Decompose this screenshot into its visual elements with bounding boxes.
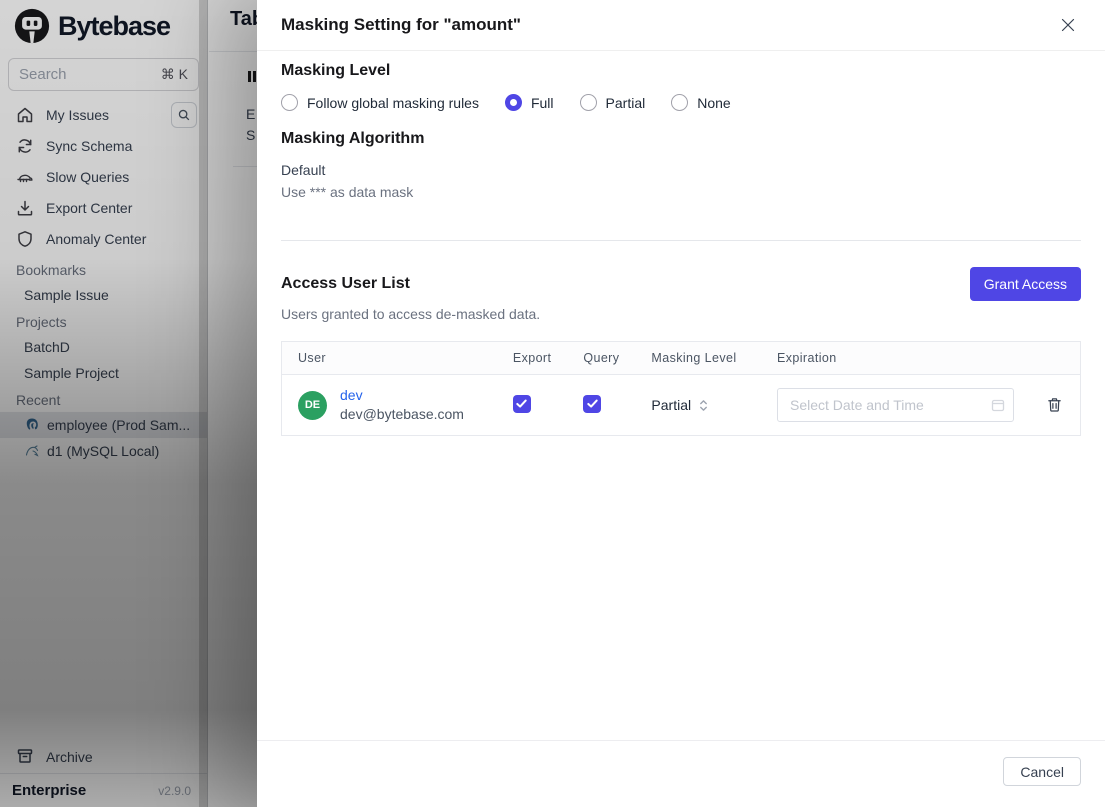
radio-full[interactable]: Full: [504, 94, 554, 111]
access-user-list-header: Access User List Grant Access: [281, 267, 1081, 301]
column-actions: [1029, 341, 1081, 375]
masking-level-radio-group: Follow global masking rules Full Partial…: [281, 94, 1081, 111]
dialog-title: Masking Setting for "amount": [281, 15, 521, 34]
radio-label: None: [697, 94, 731, 111]
table-header-row: User Export Query Masking Level Expirati…: [281, 341, 1081, 375]
trash-icon: [1048, 398, 1061, 412]
column-query: Query: [567, 341, 636, 375]
access-user-list-heading: Access User List: [281, 275, 410, 292]
check-icon: [587, 399, 598, 408]
table-row: DE dev dev@bytebase.com Partial Select D…: [282, 375, 1081, 436]
sidebar-edge-shadow: [199, 0, 208, 807]
radio-icon: [579, 94, 597, 111]
dialog-body: Masking Level Follow global masking rule…: [257, 51, 1105, 740]
selected-level: Partial: [651, 397, 692, 413]
grant-access-button[interactable]: Grant Access: [969, 267, 1081, 301]
radio-label: Partial: [605, 94, 646, 111]
delete-user-button[interactable]: [1046, 396, 1064, 414]
radio-icon: [281, 94, 298, 111]
radio-none[interactable]: None: [671, 94, 731, 111]
radio-label: Follow global masking rules: [307, 94, 479, 111]
masking-algorithm-heading: Masking Algorithm: [281, 130, 425, 147]
radio-icon: [671, 94, 689, 111]
dialog-header: Masking Setting for "amount": [257, 0, 1105, 51]
user-name-link[interactable]: dev: [340, 386, 464, 405]
algorithm-description: Use *** as data mask: [281, 184, 414, 200]
avatar: DE: [298, 390, 327, 420]
column-export: Export: [496, 341, 568, 375]
masking-level-select[interactable]: Partial: [651, 397, 745, 413]
masking-level-heading: Masking Level: [281, 62, 391, 79]
column-user: User: [281, 341, 497, 375]
divider: [281, 240, 1081, 241]
expiration-field: [776, 388, 1014, 422]
algorithm-name: Default: [281, 162, 326, 178]
radio-icon: [504, 94, 522, 111]
column-masking-level: Masking Level: [635, 341, 761, 375]
access-user-list-description: Users granted to access de-masked data.: [281, 306, 541, 322]
radio-follow-global[interactable]: Follow global masking rules: [281, 94, 479, 111]
chevron-up-down-icon: [700, 399, 708, 411]
export-checkbox[interactable]: [512, 394, 531, 413]
user-cell: DE dev dev@bytebase.com: [298, 386, 481, 424]
radio-partial[interactable]: Partial: [579, 94, 646, 111]
expiration-date-input[interactable]: [776, 388, 1014, 422]
query-checkbox[interactable]: [583, 394, 602, 413]
cancel-button[interactable]: Cancel: [1003, 757, 1081, 786]
modal-backdrop-overlay: [0, 0, 257, 807]
close-icon[interactable]: [1059, 16, 1077, 34]
masking-setting-dialog: Masking Setting for "amount" Masking Lev…: [257, 0, 1105, 807]
column-expiration: Expiration: [760, 341, 1030, 375]
user-email: dev@bytebase.com: [340, 406, 464, 422]
access-user-table: User Export Query Masking Level Expirati…: [281, 341, 1081, 436]
radio-label: Full: [530, 94, 554, 111]
check-icon: [516, 399, 528, 408]
dialog-footer: Cancel: [257, 740, 1105, 807]
